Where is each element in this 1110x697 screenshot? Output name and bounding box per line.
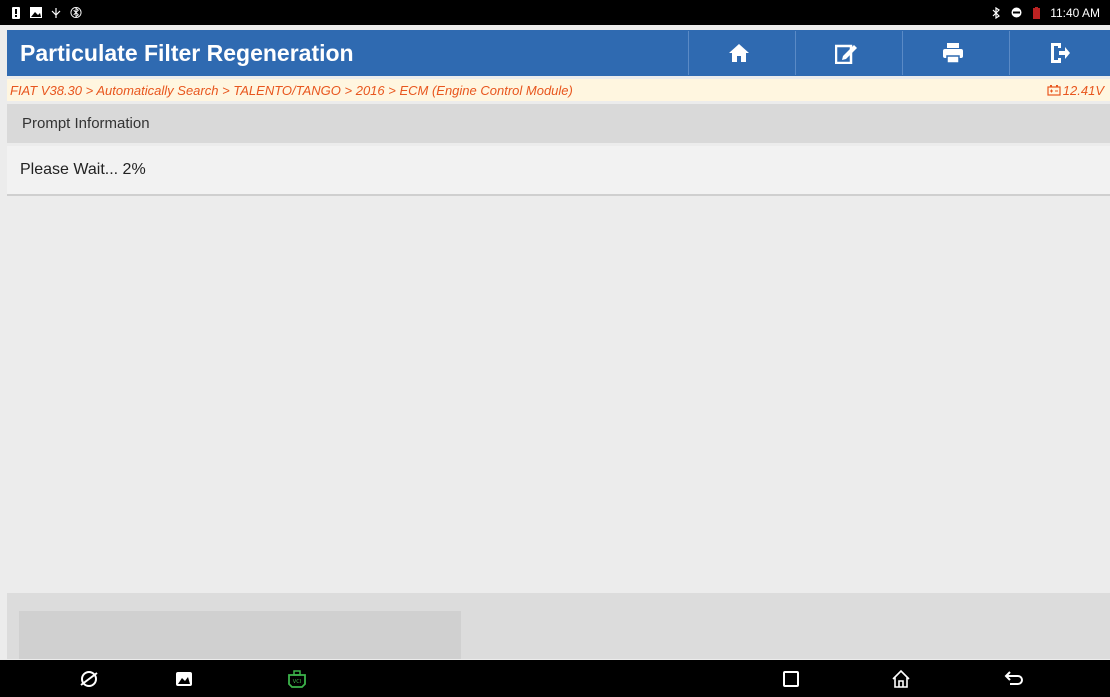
page-title: Particulate Filter Regeneration	[20, 39, 354, 66]
home-button[interactable]	[688, 31, 789, 75]
home-icon	[729, 44, 749, 62]
image-icon	[30, 7, 42, 19]
print-button[interactable]	[902, 31, 1003, 75]
svg-text:VCI: VCI	[293, 679, 301, 685]
status-time: 11:40 AM	[1050, 5, 1100, 20]
do-not-disturb-icon	[1010, 7, 1022, 19]
vci-icon[interactable]: VCI	[286, 669, 308, 689]
battery-icon	[1030, 6, 1042, 19]
edit-button[interactable]	[795, 31, 896, 75]
exit-button[interactable]	[1009, 31, 1110, 75]
home-icon[interactable]	[890, 669, 912, 689]
voltage-value: 12.41V	[1062, 82, 1104, 98]
recent-apps-icon[interactable]	[780, 669, 802, 689]
browser-icon[interactable]	[78, 669, 100, 689]
prompt-message: Please Wait... 2%	[7, 146, 1110, 196]
status-bar: 11:40 AM	[0, 0, 1110, 25]
bluetooth-icon	[70, 6, 82, 19]
breadcrumb: FIAT V38.30 > Automatically Search > TAL…	[10, 82, 573, 98]
notification-icon	[10, 6, 22, 19]
bluetooth-icon	[990, 6, 1002, 19]
exit-icon	[1051, 43, 1070, 63]
footer-bar	[7, 593, 1110, 659]
print-icon	[943, 43, 963, 64]
status-bar-right: 11:40 AM	[980, 6, 1110, 20]
battery-voltage-icon	[1047, 84, 1061, 96]
usb-icon	[50, 7, 62, 19]
nav-bar: VCI	[0, 660, 1110, 697]
content-area	[7, 198, 1110, 592]
footer-button[interactable]	[19, 611, 461, 659]
title-bar: Particulate Filter Regeneration	[7, 30, 1110, 76]
prompt-header: Prompt Information	[7, 104, 1110, 143]
voltage-indicator: 12.41V	[1047, 83, 1110, 98]
gallery-icon[interactable]	[173, 669, 195, 689]
back-icon[interactable]	[1003, 669, 1025, 689]
status-bar-left	[0, 6, 92, 19]
breadcrumb-bar: FIAT V38.30 > Automatically Search > TAL…	[7, 79, 1110, 101]
edit-icon	[835, 44, 857, 64]
